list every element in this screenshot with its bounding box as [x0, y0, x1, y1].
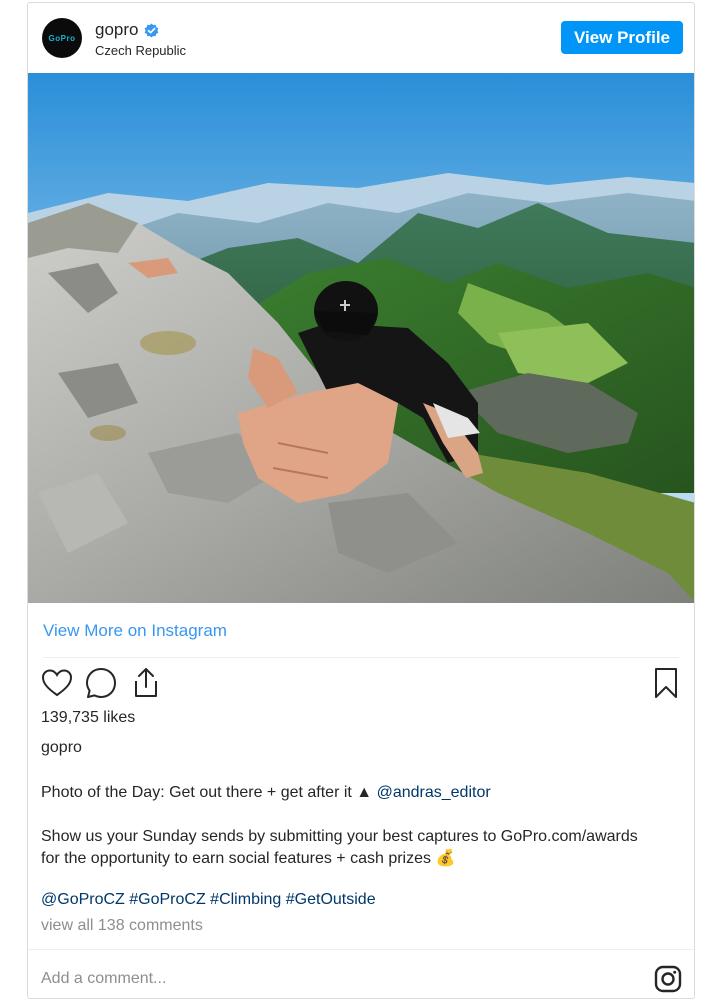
money-bag-emoji: 💰 — [435, 850, 456, 867]
comment-bubble-icon[interactable] — [83, 665, 119, 701]
verified-badge-icon — [145, 22, 159, 38]
mention-link[interactable]: @andras_editor — [377, 784, 491, 801]
caption-text: Photo of the Day: Get out there + get af… — [41, 784, 357, 801]
divider — [28, 949, 694, 950]
post-image — [28, 73, 694, 603]
username[interactable]: gopro — [95, 20, 138, 40]
caption-text-3: for the opportunity to earn social featu… — [41, 850, 436, 867]
post-photo[interactable] — [28, 73, 694, 603]
post-actions — [28, 665, 694, 705]
add-comment-input[interactable]: Add a comment... — [41, 970, 166, 988]
username-row: gopro — [95, 20, 159, 40]
caption-line-2: Show us your Sunday sends by submitting … — [41, 828, 638, 845]
avatar[interactable]: GoPro — [42, 18, 82, 58]
instagram-logo-icon[interactable] — [654, 965, 682, 993]
divider — [43, 657, 679, 658]
post-header: GoPro gopro Czech Republic View Profile — [28, 3, 694, 73]
instagram-embed-card: GoPro gopro Czech Republic View Profile — [27, 2, 695, 999]
heart-icon[interactable] — [39, 665, 75, 701]
avatar-logo: GoPro — [48, 33, 76, 43]
view-more-link[interactable]: View More on Instagram — [43, 621, 227, 641]
likes-count[interactable]: 139,735 likes — [41, 709, 135, 727]
location[interactable]: Czech Republic — [95, 43, 186, 58]
post-owner-username[interactable]: gopro — [41, 739, 82, 757]
view-all-comments-link[interactable]: view all 138 comments — [41, 917, 203, 935]
bookmark-icon[interactable] — [648, 665, 684, 701]
share-icon[interactable] — [128, 665, 164, 701]
hashtags[interactable]: @GoProCZ #GoProCZ #Climbing #GetOutside — [41, 889, 376, 910]
caption-line-3: for the opportunity to earn social featu… — [41, 848, 455, 869]
view-profile-button[interactable]: View Profile — [560, 21, 683, 54]
mountain-emoji: ▲ — [356, 784, 373, 801]
caption-line-1: Photo of the Day: Get out there + get af… — [41, 782, 491, 803]
